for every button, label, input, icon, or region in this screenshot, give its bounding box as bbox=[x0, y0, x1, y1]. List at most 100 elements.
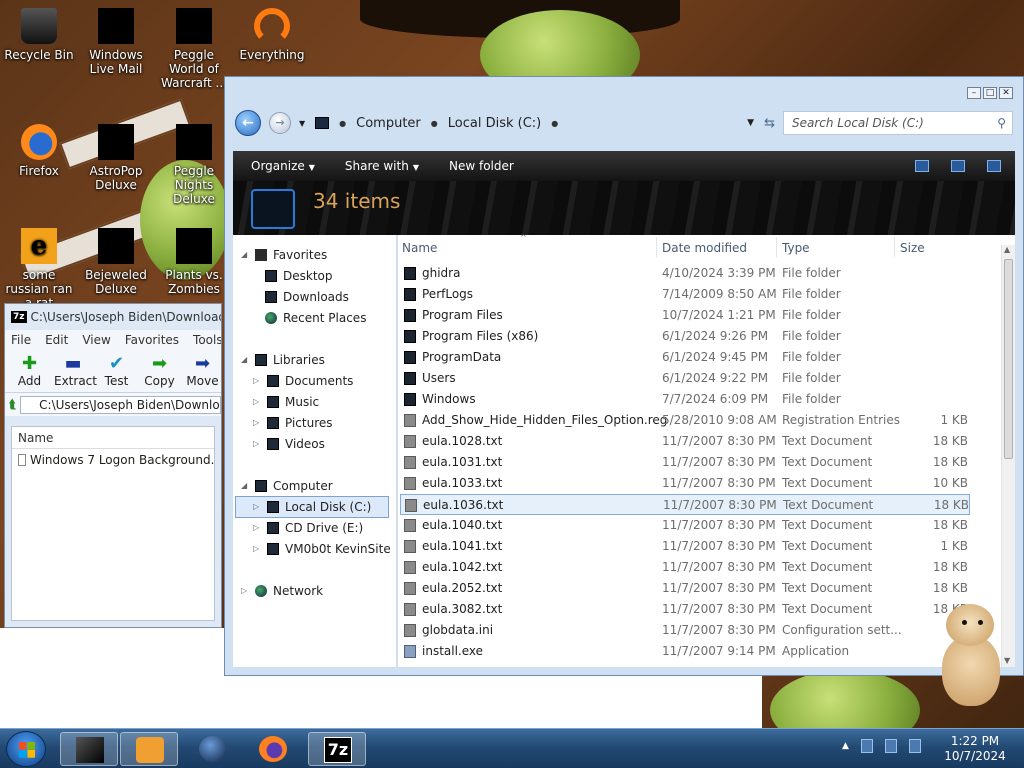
search-input[interactable]: Search Local Disk (C:) ⚲ bbox=[783, 111, 1013, 135]
file-row[interactable]: eula.1033.txt 11/7/2007 8:30 PM Text Docum… bbox=[400, 473, 970, 494]
move-button[interactable]: ➡ Move bbox=[184, 350, 221, 392]
file-row[interactable]: ghidra 4/10/2024 3:39 PM File folder bbox=[400, 263, 970, 284]
change-view-icon[interactable] bbox=[915, 160, 929, 172]
file-row[interactable]: Program Files (x86) 6/1/2024 9:26 PM File … bbox=[400, 326, 970, 347]
file-row[interactable]: eula.3082.txt 11/7/2007 8:30 PM Text Docum… bbox=[400, 599, 970, 620]
file-row[interactable]: ProgramData 6/1/2024 9:45 PM File folder bbox=[400, 347, 970, 368]
nav-desktop[interactable]: Desktop bbox=[265, 266, 333, 286]
add-button[interactable]: ✚ Add bbox=[11, 350, 48, 392]
desktop-icon-peggle-wow[interactable]: Peggle World of Warcraft ... bbox=[156, 8, 232, 90]
expand-arrow-icon[interactable]: ▷ bbox=[253, 539, 261, 559]
file-row[interactable]: eula.1028.txt 11/7/2007 8:30 PM Text Docum… bbox=[400, 431, 970, 452]
file-list[interactable]: ^ Name Date modified Type Size ghidra 4/1… bbox=[398, 233, 1015, 667]
close-button[interactable]: ✕ bbox=[999, 87, 1013, 99]
show-hidden-icons-icon[interactable]: ▲ bbox=[842, 741, 849, 751]
column-divider[interactable] bbox=[894, 237, 895, 257]
taskbar-app-firefox[interactable] bbox=[244, 732, 302, 766]
nav-recent-places[interactable]: Recent Places bbox=[265, 308, 366, 328]
expand-arrow-icon[interactable]: ▷ bbox=[253, 434, 261, 454]
volume-icon[interactable] bbox=[908, 739, 921, 753]
breadcrumb-separator-icon[interactable]: ● bbox=[551, 119, 558, 128]
search-icon[interactable]: ⚲ bbox=[997, 112, 1006, 134]
list-item[interactable]: Windows 7 Logon Background... bbox=[12, 449, 214, 471]
expand-arrow-icon[interactable]: ▷ bbox=[253, 413, 261, 433]
breadcrumb-computer[interactable]: Computer bbox=[356, 116, 421, 131]
file-row[interactable]: Add_Show_Hide_Hidden_Files_Option.reg 5/2… bbox=[400, 410, 970, 431]
taskbar-app-7zip[interactable]: 7z bbox=[308, 732, 366, 766]
action-center-icon[interactable] bbox=[884, 739, 897, 753]
file-row[interactable]: Program Files 10/7/2024 1:21 PM File folde… bbox=[400, 305, 970, 326]
new-folder-button[interactable]: New folder bbox=[449, 159, 514, 173]
file-row[interactable]: PerfLogs 7/14/2009 8:50 AM File folder bbox=[400, 284, 970, 305]
breadcrumb-local-disk[interactable]: Local Disk (C:) bbox=[448, 116, 541, 131]
refresh-icon[interactable]: ⇆ bbox=[764, 116, 775, 131]
clock[interactable]: 1:22 PM 10/7/2024 bbox=[936, 734, 1014, 764]
nav-computer[interactable]: ◢ Computer bbox=[241, 476, 333, 496]
nav-music[interactable]: ▷ Music bbox=[253, 392, 319, 412]
file-row[interactable]: eula.1041.txt 11/7/2007 8:30 PM Text Docum… bbox=[400, 536, 970, 557]
minimize-button[interactable]: – bbox=[967, 87, 981, 99]
sevenzip-window[interactable]: 7z C:\Users\Joseph Biden\Downloads File … bbox=[4, 303, 222, 628]
nav-local-disk[interactable]: ▷ Local Disk (C:) bbox=[253, 497, 371, 517]
file-row[interactable]: globdata.ini 11/7/2007 8:30 PM Configurati… bbox=[400, 620, 970, 641]
scroll-up-icon[interactable]: ▲ bbox=[1004, 245, 1010, 254]
expand-arrow-icon[interactable]: ▷ bbox=[253, 392, 261, 412]
menu-edit[interactable]: Edit bbox=[45, 333, 68, 347]
column-header-type[interactable]: Type bbox=[782, 241, 810, 255]
menu-tools[interactable]: Tools bbox=[193, 333, 221, 347]
taskbar-app-media-player[interactable] bbox=[120, 732, 178, 766]
nav-downloads[interactable]: Downloads bbox=[265, 287, 349, 307]
taskbar-app-peggle[interactable] bbox=[184, 732, 242, 766]
column-divider[interactable] bbox=[656, 237, 657, 257]
file-row[interactable]: eula.1042.txt 11/7/2007 8:30 PM Text Docum… bbox=[400, 557, 970, 578]
expand-arrow-icon[interactable]: ◢ bbox=[241, 245, 249, 265]
up-folder-icon[interactable]: ⮬ bbox=[9, 397, 16, 412]
menu-view[interactable]: View bbox=[82, 333, 110, 347]
expand-arrow-icon[interactable]: ▷ bbox=[241, 581, 249, 601]
column-header-name[interactable]: Name bbox=[12, 427, 214, 449]
breadcrumb-separator-icon[interactable]: ● bbox=[431, 119, 438, 128]
nav-network-share[interactable]: ▷ VM0b0t KevinSite bbox=[253, 539, 391, 559]
expand-arrow-icon[interactable]: ▷ bbox=[253, 497, 261, 517]
column-header-name[interactable]: Name bbox=[402, 241, 437, 255]
file-row[interactable]: eula.1036.txt 11/7/2007 8:30 PM Text Docum… bbox=[400, 494, 970, 515]
nav-cd-drive[interactable]: ▷ CD Drive (E:) bbox=[253, 518, 363, 538]
desktop-icon-some-russian[interactable]: e some russian ran a rat bbox=[1, 228, 77, 310]
address-dropdown-icon[interactable]: ▼ bbox=[747, 118, 754, 128]
recent-pages-dropdown-icon[interactable]: ▼ bbox=[299, 119, 305, 128]
share-with-button[interactable]: Share with ▼ bbox=[345, 159, 419, 173]
desktop-icon-recycle-bin[interactable]: Recycle Bin bbox=[1, 8, 77, 62]
expand-arrow-icon[interactable]: ◢ bbox=[241, 350, 249, 370]
file-row[interactable]: eula.1031.txt 11/7/2007 8:30 PM Text Docum… bbox=[400, 452, 970, 473]
sevenzip-file-list[interactable]: Name Windows 7 Logon Background... bbox=[11, 426, 215, 621]
menu-file[interactable]: File bbox=[11, 333, 31, 347]
column-divider[interactable] bbox=[776, 237, 777, 257]
copy-button[interactable]: ➡ Copy bbox=[141, 350, 178, 392]
desktop-icon-astropop[interactable]: AstroPop Deluxe bbox=[78, 124, 154, 192]
desktop-icon-firefox[interactable]: Firefox bbox=[1, 124, 77, 178]
sevenzip-address-input[interactable]: C:\Users\Joseph Biden\Downloads bbox=[20, 395, 221, 414]
breadcrumb-separator-icon[interactable]: ● bbox=[339, 119, 346, 128]
tray-app-icon[interactable] bbox=[860, 739, 873, 753]
desktop-icon-everything[interactable]: Everything bbox=[234, 8, 310, 62]
desktop-icon-plants-vs-zombies[interactable]: Plants vs. Zombies bbox=[156, 228, 232, 296]
nav-favorites[interactable]: ◢ Favorites bbox=[241, 245, 327, 265]
help-icon[interactable] bbox=[987, 160, 1001, 172]
sevenzip-titlebar[interactable]: 7z C:\Users\Joseph Biden\Downloads bbox=[5, 304, 221, 330]
nav-documents[interactable]: ▷ Documents bbox=[253, 371, 353, 391]
maximize-button[interactable]: □ bbox=[983, 87, 997, 99]
organize-button[interactable]: Organize ▼ bbox=[251, 159, 315, 173]
nav-network[interactable]: ▷ Network bbox=[241, 581, 323, 601]
nav-videos[interactable]: ▷ Videos bbox=[253, 434, 325, 454]
expand-arrow-icon[interactable]: ◢ bbox=[241, 476, 249, 496]
expand-arrow-icon[interactable]: ▷ bbox=[253, 371, 261, 391]
navigation-pane[interactable]: ◢ Favorites Desktop Downloads Recent Plac… bbox=[233, 235, 397, 667]
column-header-size[interactable]: Size bbox=[900, 241, 925, 255]
file-row[interactable]: Users 6/1/2024 9:22 PM File folder bbox=[400, 368, 970, 389]
file-row[interactable]: eula.1040.txt 11/7/2007 8:30 PM Text Docum… bbox=[400, 515, 970, 536]
back-button[interactable]: ← bbox=[235, 110, 261, 136]
file-row[interactable]: eula.2052.txt 11/7/2007 8:30 PM Text Docum… bbox=[400, 578, 970, 599]
preview-pane-icon[interactable] bbox=[951, 160, 965, 172]
forward-button[interactable]: → bbox=[269, 112, 291, 134]
file-row[interactable]: Windows 7/7/2024 6:09 PM File folder bbox=[400, 389, 970, 410]
